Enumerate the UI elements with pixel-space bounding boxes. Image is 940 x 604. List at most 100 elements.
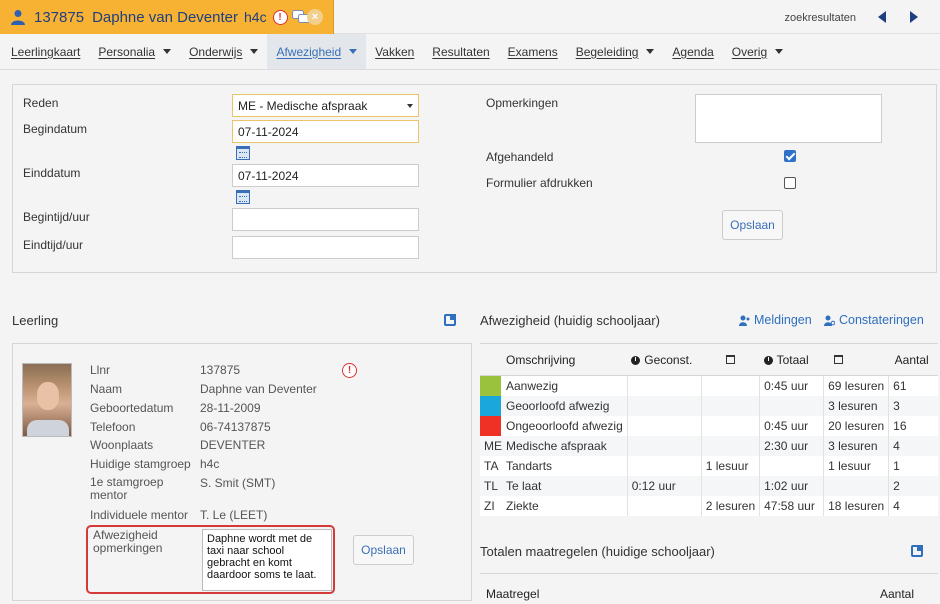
cell-omschrijving: Te laat — [502, 476, 628, 496]
header-geconst-lesuren[interactable] — [701, 343, 760, 376]
header-totaal-lesuren[interactable] — [823, 343, 889, 376]
einddatum-input[interactable]: 07-11-2024 — [232, 164, 419, 187]
begindatum-calendar-icon[interactable] — [236, 146, 250, 160]
main-menu: Leerlingkaart Personalia Onderwijs Afwezigh… — [0, 34, 940, 70]
reden-label: Reden — [23, 96, 59, 110]
reden-select[interactable]: ME - Medische afspraak — [232, 94, 419, 117]
reden-value: ME - Medische afspraak — [238, 99, 368, 113]
color-swatch — [480, 416, 501, 436]
leerling-label: Huidige stamgroep — [90, 457, 191, 471]
afgehandeld-label: Afgehandeld — [486, 150, 554, 164]
afwezigheid-opmerkingen-box: Afwezigheid opmerkingen Daphne wordt met… — [86, 525, 335, 594]
menu-item-label: Afwezigheid — [276, 44, 342, 59]
absence-form: Reden ME - Medische afspraak Begindatum … — [12, 84, 937, 273]
menu-item-leerlingkaart[interactable]: Leerlingkaart — [2, 34, 89, 69]
afwezigheid-opmerkingen-textarea[interactable]: Daphne wordt met de taxi naar school geb… — [202, 529, 332, 591]
leerling-label: 1e stamgroep mentor — [90, 475, 164, 502]
afwezigheid-table: Omschrijving Geconst. Totaal Aantal Aanw… — [480, 343, 938, 516]
menu-item-afwezigheid[interactable]: Afwezigheid — [267, 34, 367, 69]
menu-item-vakken[interactable]: Vakken — [366, 34, 423, 69]
begintijd-label: Begintijd/uur — [23, 210, 90, 224]
menu-item-label: Agenda — [672, 44, 714, 59]
table-row[interactable]: TA Tandarts 1 lesuur 1 lesuur 1 — [480, 456, 938, 476]
formulier-afdrukken-checkbox[interactable] — [784, 177, 796, 189]
header-omschrijving[interactable]: Omschrijving — [502, 343, 628, 376]
cell-aantal: 61 — [888, 375, 938, 396]
leerling-label: Llnr — [90, 363, 111, 377]
table-row[interactable]: Geoorloofd afwezig 3 lesuren 3 — [480, 396, 938, 416]
cell-aantal: 2 — [888, 476, 938, 496]
cell-totaal: 2:30 uur — [759, 436, 824, 456]
cell-totaal: 1:02 uur — [759, 476, 824, 496]
table-row[interactable]: TL Te laat 0:12 uur 1:02 uur 2 — [480, 476, 938, 496]
cell-aantal: 4 — [888, 436, 938, 456]
menu-item-onderwijs[interactable]: Onderwijs — [180, 34, 267, 69]
cell-geconst-les — [700, 375, 760, 396]
student-tab[interactable]: 137875 Daphne van Deventer h4c ! × — [0, 0, 334, 34]
table-row[interactable]: Aanwezig 0:45 uur 69 lesuren 61 — [480, 375, 938, 396]
begindatum-input[interactable]: 07-11-2024 — [232, 120, 419, 143]
menu-item-agenda[interactable]: Agenda — [663, 34, 722, 69]
previous-arrow-icon[interactable] — [878, 11, 886, 23]
afwezigheid-title: Afwezigheid (huidig schooljaar) — [480, 313, 660, 328]
leerling-value: h4c — [200, 457, 220, 471]
einddatum-calendar-icon[interactable] — [236, 190, 250, 204]
caret-down-icon — [349, 49, 358, 54]
meldingen-link[interactable]: Meldingen — [739, 313, 812, 327]
top-bar: 137875 Daphne van Deventer h4c ! × zoekr… — [0, 0, 940, 34]
row-code: ZI — [484, 499, 495, 513]
leerling-save-button[interactable]: Opslaan — [353, 535, 414, 565]
cell-totaal — [759, 396, 824, 416]
calendar-icon — [725, 354, 735, 364]
alert-icon[interactable]: ! — [272, 9, 288, 25]
menu-item-label: Begeleiding — [575, 44, 639, 59]
leerling-label: Woonplaats — [90, 438, 154, 452]
leerling-value: T. Le (LEET) — [200, 508, 268, 522]
calendar-icon — [833, 354, 843, 364]
leerling-label: Individuele mentor — [90, 508, 189, 522]
next-arrow-icon[interactable] — [910, 11, 918, 23]
person-icon — [11, 10, 25, 25]
cell-geconst — [626, 375, 702, 396]
menu-item-personalia[interactable]: Personalia — [89, 34, 180, 69]
header-maatregel-aantal[interactable]: Aantal — [880, 587, 914, 601]
eindtijd-input[interactable] — [232, 236, 419, 259]
afgehandeld-checkbox[interactable] — [784, 150, 796, 162]
cell-geconst-les — [700, 436, 760, 456]
zoekresultaten-label[interactable]: zoekresultaten — [784, 12, 856, 24]
student-alert-icon[interactable]: ! — [342, 363, 357, 378]
leerling-value: S. Smit (SMT) — [200, 476, 276, 490]
clock-icon — [631, 355, 641, 365]
begintijd-input[interactable] — [232, 208, 419, 231]
eindtijd-label: Eindtijd/uur — [23, 238, 84, 252]
header-aantal[interactable]: Aantal — [888, 343, 938, 376]
table-row[interactable]: ZI Ziekte 2 lesuren 47:58 uur 18 lesuren 4 — [480, 496, 938, 516]
table-row[interactable]: ME Medische afspraak 2:30 uur 3 lesuren 4 — [480, 436, 938, 456]
constateringen-link[interactable]: Constateringen — [824, 313, 924, 327]
opmerkingen-textarea[interactable] — [695, 94, 882, 143]
menu-item-begeleiding[interactable]: Begeleiding — [567, 34, 664, 69]
external-link-icon[interactable] — [911, 545, 923, 557]
table-row[interactable]: Ongeoorloofd afwezig 0:45 uur 20 lesuren 16 — [480, 416, 938, 436]
header-geconst[interactable]: Geconst. — [627, 343, 702, 376]
cell-omschrijving: Ongeoorloofd afwezig — [506, 419, 623, 433]
constateringen-label: Constateringen — [839, 313, 924, 327]
menu-item-overig[interactable]: Overig — [723, 34, 792, 69]
menu-item-resultaten[interactable]: Resultaten — [423, 34, 498, 69]
cell-geconst-les — [700, 476, 760, 496]
leerling-value: 28-11-2009 — [200, 401, 261, 415]
external-link-icon[interactable] — [444, 314, 456, 326]
header-totaal[interactable]: Totaal — [759, 343, 824, 376]
menu-item-examens[interactable]: Examens — [499, 34, 567, 69]
cell-geconst-les — [700, 396, 760, 416]
einddatum-label: Einddatum — [23, 166, 81, 180]
form-save-button[interactable]: Opslaan — [722, 210, 783, 240]
close-tab-icon[interactable]: × — [307, 9, 323, 25]
leerling-title: Leerling — [12, 313, 59, 328]
header-maatregel[interactable]: Maatregel — [486, 587, 539, 601]
header-code — [480, 343, 502, 376]
cell-aantal: 1 — [888, 456, 938, 476]
menu-item-label: Overig — [731, 44, 768, 59]
cell-geconst-les: 1 lesuur — [700, 456, 760, 476]
color-swatch — [480, 396, 501, 416]
